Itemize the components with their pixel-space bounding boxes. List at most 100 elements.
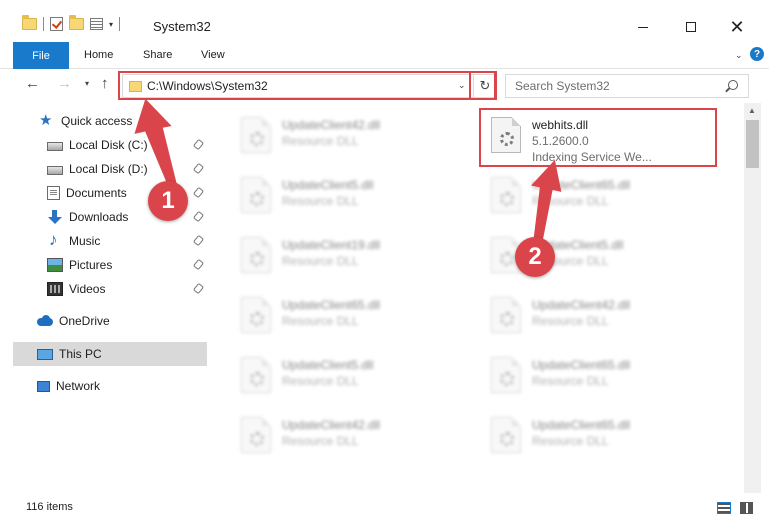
sidebar-item-label: Quick access xyxy=(61,114,133,128)
downloads-icon xyxy=(47,210,63,224)
sidebar-item-local-disk-c[interactable]: Local Disk (C:) xyxy=(13,133,207,157)
scrollbar-thumb[interactable] xyxy=(746,120,759,168)
list-item[interactable]: UpdateClient65.dll Resource DLL xyxy=(484,349,719,401)
gear-icon xyxy=(250,192,264,206)
status-bar: 116 items xyxy=(0,493,769,530)
sidebar-item-label: Videos xyxy=(69,282,106,296)
minimize-button[interactable] xyxy=(620,12,666,42)
dll-file-icon xyxy=(491,177,521,213)
dll-file-icon xyxy=(491,417,521,453)
gear-icon xyxy=(500,252,514,266)
file-name: UpdateClient42.dll xyxy=(532,298,631,312)
folder-icon[interactable] xyxy=(22,15,37,30)
properties-icon[interactable] xyxy=(90,18,103,30)
sidebar-item-label: This PC xyxy=(59,347,102,361)
list-item[interactable]: UpdateClient65.dll Resource DLL xyxy=(484,169,719,221)
list-item[interactable]: UpdateClient65.dll Resource DLL xyxy=(484,409,719,461)
file-name: UpdateClient42.dll xyxy=(282,418,381,432)
pin-icon[interactable] xyxy=(192,162,205,175)
dll-file-icon xyxy=(241,117,271,153)
documents-icon xyxy=(47,186,60,200)
list-item[interactable]: UpdateClient5.dll Resource DLL xyxy=(234,349,469,401)
gear-icon xyxy=(500,432,514,446)
sidebar-item-label: Downloads xyxy=(69,210,129,224)
music-icon xyxy=(47,230,63,250)
scroll-up-arrow-icon[interactable]: ▲ xyxy=(748,106,756,115)
details-view-icon[interactable] xyxy=(717,502,731,514)
file-name: UpdateClient65.dll xyxy=(282,298,381,312)
sidebar-item-onedrive[interactable]: OneDrive xyxy=(13,309,207,333)
sidebar-item-label: Documents xyxy=(66,186,127,200)
file-type: Resource DLL xyxy=(532,434,609,448)
sidebar-item-network[interactable]: Network xyxy=(13,374,207,398)
file-type: Resource DLL xyxy=(282,374,359,388)
file-type: Resource DLL xyxy=(532,374,609,388)
close-button[interactable]: ✕ xyxy=(714,12,760,42)
file-type: Resource DLL xyxy=(282,134,359,148)
file-type: Resource DLL xyxy=(282,254,359,268)
file-type: Resource DLL xyxy=(282,194,359,208)
pin-icon[interactable] xyxy=(192,234,205,247)
up-button[interactable]: ↑ xyxy=(101,75,109,92)
sidebar-item-pictures[interactable]: Pictures xyxy=(13,253,207,277)
list-item[interactable]: UpdateClient65.dll Resource DLL xyxy=(234,289,469,341)
file-type: Resource DLL xyxy=(282,314,359,328)
gear-icon xyxy=(250,432,264,446)
pin-icon[interactable] xyxy=(192,210,205,223)
file-type: Resource DLL xyxy=(532,194,609,208)
maximize-button[interactable] xyxy=(668,12,714,42)
gear-icon xyxy=(250,252,264,266)
list-item[interactable]: UpdateClient5.dll Resource DLL xyxy=(234,169,469,221)
refresh-highlight xyxy=(469,71,497,100)
list-item[interactable]: UpdateClient42.dll Resource DLL xyxy=(484,289,719,341)
sidebar-item-label: Pictures xyxy=(69,258,113,272)
help-icon[interactable]: ? xyxy=(750,47,764,61)
properties-check-icon[interactable] xyxy=(50,17,63,31)
address-bar-highlight xyxy=(118,71,496,100)
gear-icon xyxy=(500,312,514,326)
file-name: UpdateClient5.dll xyxy=(282,178,374,192)
sidebar-item-quick-access[interactable]: Quick access xyxy=(13,109,207,133)
toolbar-separator xyxy=(43,17,44,31)
list-item[interactable]: UpdateClient19.dll Resource DLL xyxy=(234,229,469,281)
navigation-pane: Quick access Local Disk (C:) Local Disk … xyxy=(13,103,209,493)
ribbon: File Home Share View ⌄ ? xyxy=(0,42,769,69)
star-icon xyxy=(39,111,55,129)
minimize-icon xyxy=(638,26,648,28)
file-name: UpdateClient65.dll xyxy=(532,178,631,192)
quick-access-toolbar: ▾ xyxy=(22,15,121,31)
tab-view[interactable]: View xyxy=(201,49,225,61)
search-input[interactable]: Search System32 xyxy=(505,74,749,98)
recent-locations-chevron-icon[interactable]: ▾ xyxy=(85,79,89,88)
file-type: Resource DLL xyxy=(532,314,609,328)
sidebar-item-local-disk-d[interactable]: Local Disk (D:) xyxy=(13,157,207,181)
pin-icon[interactable] xyxy=(192,138,205,151)
sidebar-item-music[interactable]: Music xyxy=(13,229,207,253)
list-item[interactable]: UpdateClient42.dll Resource DLL xyxy=(234,109,469,161)
tab-home[interactable]: Home xyxy=(84,49,113,61)
dll-file-icon xyxy=(241,237,271,273)
sidebar-item-this-pc[interactable]: This PC xyxy=(13,342,207,366)
sidebar-item-label: OneDrive xyxy=(59,314,110,328)
tab-share[interactable]: Share xyxy=(143,49,172,61)
tab-file[interactable]: File xyxy=(13,42,69,69)
pin-icon[interactable] xyxy=(192,186,205,199)
back-button[interactable]: ← xyxy=(25,75,40,92)
new-folder-icon[interactable] xyxy=(69,15,84,30)
sidebar-item-videos[interactable]: Videos xyxy=(13,277,207,301)
step-marker-1: 1 xyxy=(148,181,188,221)
drive-icon xyxy=(47,166,63,175)
cloud-icon xyxy=(37,314,53,328)
list-item[interactable]: UpdateClient42.dll Resource DLL xyxy=(234,409,469,461)
pc-icon xyxy=(37,348,53,360)
pin-icon[interactable] xyxy=(192,282,205,295)
vertical-scrollbar[interactable]: ▲ xyxy=(744,103,761,493)
pin-icon[interactable] xyxy=(192,258,205,271)
large-icons-view-icon[interactable] xyxy=(740,502,753,514)
forward-button[interactable]: → xyxy=(57,75,72,92)
customize-toolbar-chevron-icon[interactable]: ▾ xyxy=(109,20,113,29)
file-highlight xyxy=(479,108,717,167)
search-icon[interactable] xyxy=(728,80,738,90)
sidebar-item-label: Music xyxy=(69,234,101,248)
expand-ribbon-chevron-icon[interactable]: ⌄ xyxy=(735,50,743,61)
